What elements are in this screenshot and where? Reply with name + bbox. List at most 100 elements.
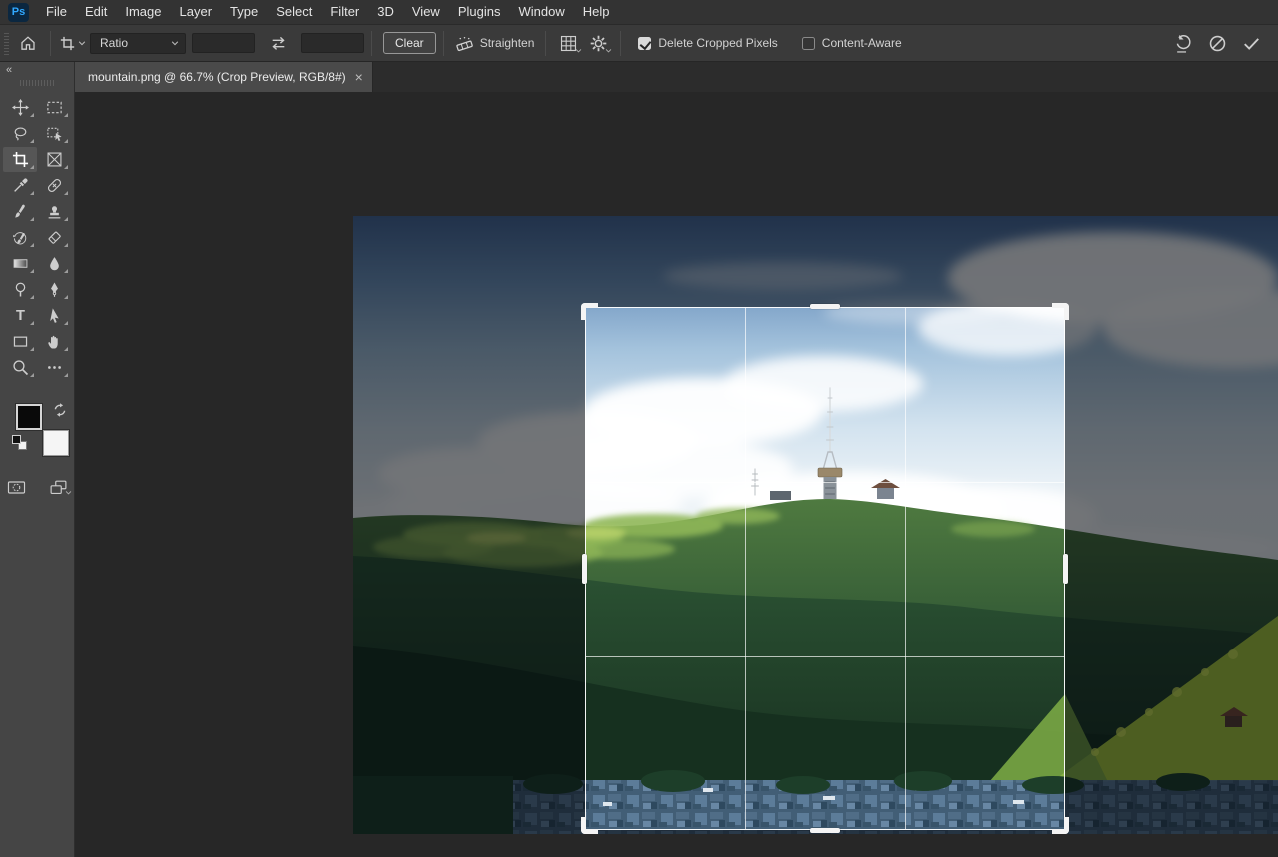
chevron-down-icon [575,47,582,54]
tool-blur[interactable] [37,251,71,276]
tool-zoom[interactable] [3,355,37,380]
menu-items: FileEditImageLayerTypeSelectFilter3DView… [37,0,618,24]
swap-width-height-button[interactable] [263,29,293,57]
clear-button[interactable]: Clear [383,32,436,54]
delete-cropped-pixels-checkbox[interactable] [638,37,651,50]
content-aware-option[interactable]: Content-Aware [802,36,902,50]
screen-mode-button[interactable] [43,475,73,499]
menu-layer[interactable]: Layer [171,0,222,24]
crop-handle-bottom-left[interactable] [581,817,598,834]
crop-width-input[interactable] [192,33,255,53]
crop-handle-bottom[interactable] [810,828,840,833]
straighten-button[interactable]: Straighten [455,34,535,53]
chevron-down-icon [78,39,86,47]
straighten-label: Straighten [480,36,535,50]
delete-cropped-pixels-option[interactable]: Delete Cropped Pixels [638,36,777,50]
crop-settings-button[interactable] [583,29,613,57]
tool-pen[interactable] [37,277,71,302]
checkmark-icon [1242,34,1261,53]
tool-object-selection[interactable] [37,121,71,146]
swap-colors-icon[interactable] [52,403,68,417]
chevron-down-icon [605,47,612,54]
photoshop-window: Ps FileEditImageLayerTypeSelectFilter3DV… [0,0,1278,857]
chevron-down-icon [65,489,72,496]
crop-handle-left[interactable] [582,554,587,584]
commit-crop-button[interactable] [1234,29,1268,57]
canvas-area[interactable] [75,92,1278,857]
overlay-options-button[interactable] [553,29,583,57]
tool-path-selection[interactable] [37,303,71,328]
color-swatches [0,397,75,461]
menu-type[interactable]: Type [221,0,267,24]
menu-file[interactable]: File [37,0,76,24]
tool-edit-toolbar[interactable] [37,355,71,380]
reset-icon [1174,34,1193,53]
cancel-crop-button[interactable] [1200,29,1234,57]
crop-grid-line [745,308,746,829]
tool-type[interactable] [3,303,37,328]
crop-options-bar: Ratio Clear Straighten Delete Cropped Pi… [0,25,1278,62]
document-tab-title: mountain.png @ 66.7% (Crop Preview, RGB/… [88,70,346,84]
document-tab[interactable]: mountain.png @ 66.7% (Crop Preview, RGB/… [75,62,373,92]
tool-dodge[interactable] [3,277,37,302]
tools-panel: « [0,62,75,857]
tools-panel-grabber[interactable] [20,80,54,86]
photoshop-logo: Ps [8,3,29,22]
crop-handle-top-right[interactable] [1052,303,1069,320]
content-aware-checkbox[interactable] [802,37,815,50]
crop-grid-line [586,482,1064,483]
menu-edit[interactable]: Edit [76,0,116,24]
menu-image[interactable]: Image [116,0,170,24]
crop-tool-preset-button[interactable] [58,29,88,57]
tool-hand[interactable] [37,329,71,354]
crop-box[interactable] [585,307,1065,830]
divider [443,31,444,56]
tool-spot-healing-brush[interactable] [37,173,71,198]
crop-height-input[interactable] [301,33,364,53]
tool-clone-stamp[interactable] [37,199,71,224]
default-colors-icon[interactable] [12,435,27,450]
crop-handle-right[interactable] [1063,554,1068,584]
tools-grid [0,95,74,381]
tool-eyedropper[interactable] [3,173,37,198]
crop-grid-line [905,308,906,829]
home-button[interactable] [13,29,43,57]
tool-gradient[interactable] [3,251,37,276]
divider [545,31,546,56]
tool-rectangle[interactable] [3,329,37,354]
options-bar-grabber[interactable] [4,31,9,55]
tool-move[interactable] [3,95,37,120]
crop-preset-value: Ratio [100,36,168,50]
divider [371,31,372,56]
menu-filter[interactable]: Filter [321,0,368,24]
tool-lasso[interactable] [3,121,37,146]
menu-help[interactable]: Help [574,0,619,24]
crop-handle-bottom-right[interactable] [1052,817,1069,834]
crop-handle-top[interactable] [810,304,840,309]
foreground-color-swatch[interactable] [16,404,42,430]
close-tab-icon[interactable]: × [355,70,363,84]
tool-rectangular-marquee[interactable] [37,95,71,120]
menu-select[interactable]: Select [267,0,321,24]
tool-crop[interactable] [3,147,37,172]
crop-grid-line [586,656,1064,657]
tool-eraser[interactable] [37,225,71,250]
tool-frame[interactable] [37,147,71,172]
tool-brush[interactable] [3,199,37,224]
quick-mask-button[interactable] [1,475,31,499]
tool-history-brush[interactable] [3,225,37,250]
divider [50,31,51,56]
crop-handle-top-left[interactable] [581,303,598,320]
menu-view[interactable]: View [403,0,449,24]
reset-crop-button[interactable] [1166,29,1200,57]
background-color-swatch[interactable] [43,430,69,456]
menu-window[interactable]: Window [509,0,573,24]
cancel-icon [1208,34,1227,53]
divider [620,31,621,56]
menu-3d[interactable]: 3D [368,0,403,24]
collapse-panel-button[interactable]: « [0,62,74,77]
crop-preset-select[interactable]: Ratio [90,33,186,54]
menu-bar: Ps FileEditImageLayerTypeSelectFilter3DV… [0,0,1278,25]
chevron-down-icon [171,39,179,47]
menu-plugins[interactable]: Plugins [449,0,510,24]
